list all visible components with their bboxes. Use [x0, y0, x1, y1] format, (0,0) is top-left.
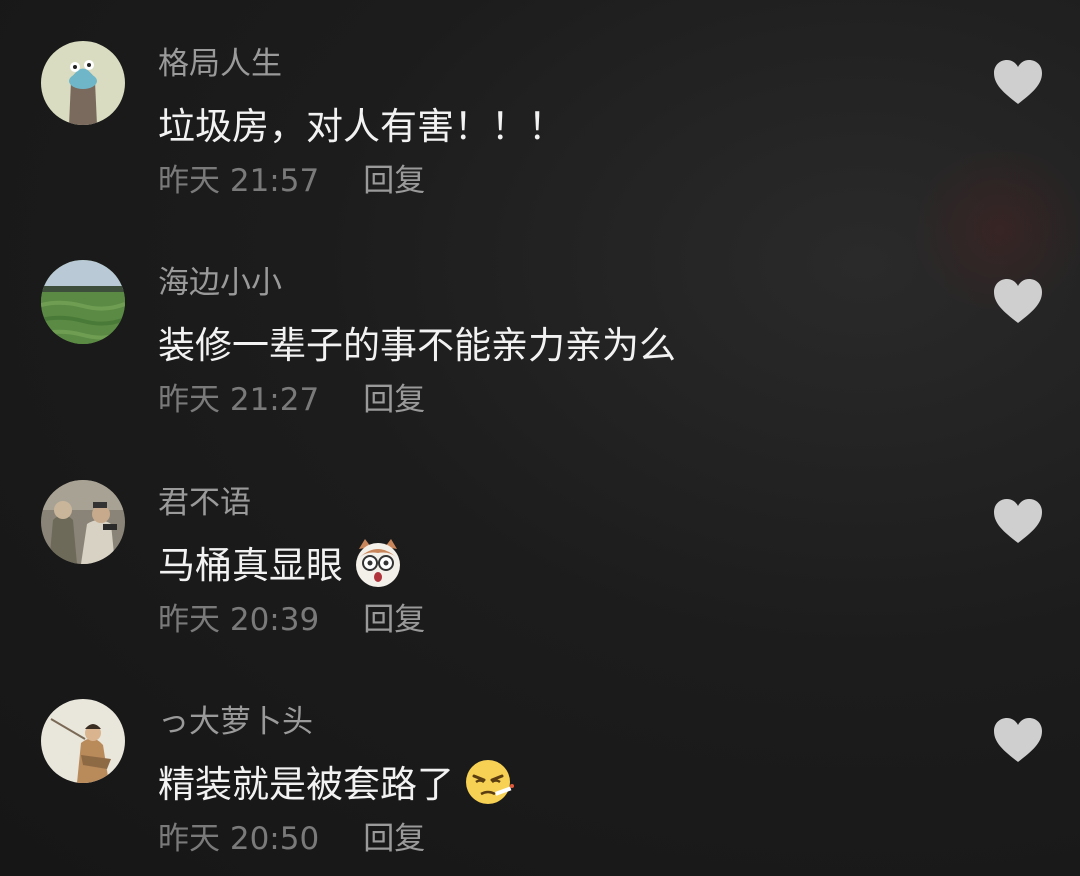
annoyed-smoking-face-emoji: [462, 754, 516, 808]
comment-username[interactable]: 格局人生: [158, 38, 282, 83]
comment-item: 格局人生 垃圾房，对人有害！！！ 昨天 21:57 回复: [0, 0, 1080, 210]
comment-text-content: 精装就是被套路了: [158, 763, 454, 806]
comment-time: 昨天 21:27: [158, 382, 320, 418]
comment-meta: 昨天 21:27 回复: [158, 374, 425, 419]
comment-item: 海边小小 装修一辈子的事不能亲力亲为么 昨天 21:27 回复: [0, 219, 1080, 429]
comment-text-content: 装修一辈子的事不能亲力亲为么: [158, 324, 676, 367]
reply-button[interactable]: 回复: [363, 602, 425, 638]
comment-meta: 昨天 21:57 回复: [158, 155, 425, 200]
like-heart-icon[interactable]: [992, 497, 1044, 545]
field-landscape-avatar-icon[interactable]: [41, 260, 125, 344]
comment-item: 君不语 马桶真显眼 昨天 20:39 回复: [0, 439, 1080, 649]
comment-time: 昨天 20:50: [158, 821, 320, 857]
comment-username[interactable]: 海边小小: [158, 257, 282, 302]
movie-still-avatar-icon[interactable]: [41, 480, 125, 564]
comment-text-content: 垃圾房，对人有害！！！: [158, 105, 565, 148]
like-heart-icon[interactable]: [992, 58, 1044, 106]
comment-text: 垃圾房，对人有害！！！: [158, 96, 565, 150]
comment-time: 昨天 21:57: [158, 163, 320, 199]
comment-text: 装修一辈子的事不能亲力亲为么: [158, 315, 676, 369]
reply-button[interactable]: 回复: [363, 382, 425, 418]
comment-meta: 昨天 20:50 回复: [158, 813, 425, 858]
reply-button[interactable]: 回复: [363, 821, 425, 857]
comment-text-content: 马桶真显眼: [158, 544, 343, 587]
comment-username[interactable]: 君不语: [158, 477, 251, 522]
shocked-face-emoji: [351, 535, 405, 589]
comment-username[interactable]: っ大萝卜头: [158, 696, 313, 741]
comment-time: 昨天 20:39: [158, 602, 320, 638]
ancient-figure-avatar-icon[interactable]: [41, 699, 125, 783]
reply-button[interactable]: 回复: [363, 163, 425, 199]
like-heart-icon[interactable]: [992, 277, 1044, 325]
like-heart-icon[interactable]: [992, 716, 1044, 764]
comment-item: っ大萝卜头 精装就是被套路了 昨天 20:50 回复: [0, 658, 1080, 868]
cartoon-avatar-icon[interactable]: [41, 41, 125, 125]
comment-text: 精装就是被套路了: [158, 754, 516, 808]
comment-text: 马桶真显眼: [158, 535, 405, 589]
comment-meta: 昨天 20:39 回复: [158, 594, 425, 639]
